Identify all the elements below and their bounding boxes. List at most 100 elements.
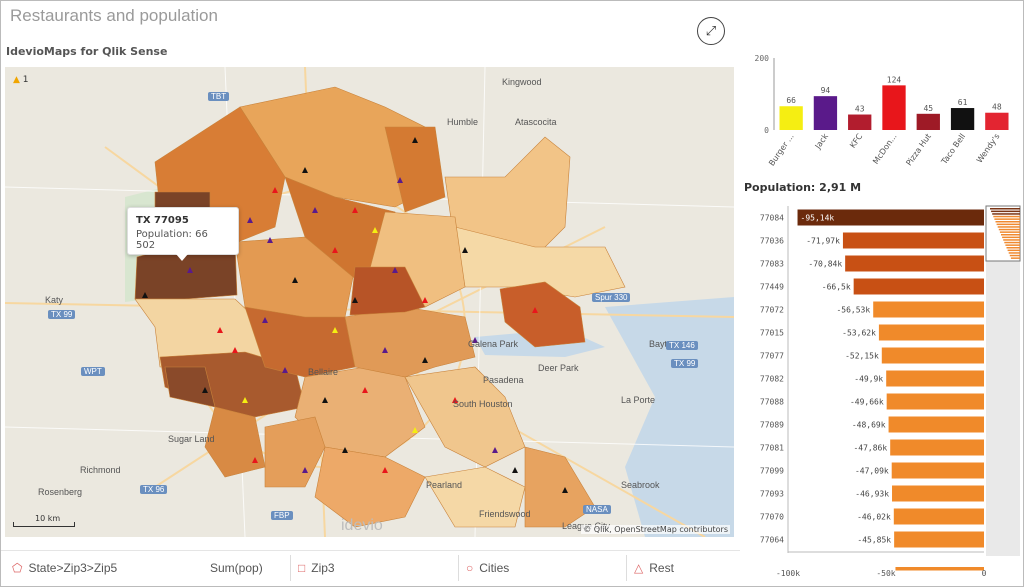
map-view[interactable]: ▲ 1 KingwoodHumbleAtascocitaKatyBaytownD… bbox=[5, 67, 734, 537]
highway-shield: FBP bbox=[271, 511, 293, 520]
category-label: 77077 bbox=[760, 352, 784, 361]
highway-shield: TX 99 bbox=[671, 359, 699, 368]
map-place-label: Kingwood bbox=[502, 77, 542, 87]
bar[interactable] bbox=[916, 113, 940, 130]
map-place-label: Seabrook bbox=[621, 480, 660, 490]
category-label: 77093 bbox=[760, 490, 784, 499]
expand-button[interactable]: ⤢ bbox=[697, 17, 725, 45]
restaurant-bar-chart[interactable]: 200 0 66 Burger ... 94 Jack 43 KFC 124 McDon... 45… bbox=[744, 50, 1020, 178]
bar[interactable] bbox=[985, 112, 1009, 130]
legend-item-sum-pop[interactable]: Sum(pop) bbox=[210, 561, 263, 575]
highway-shield: TX 96 bbox=[140, 485, 168, 494]
bar[interactable] bbox=[845, 255, 984, 272]
bar[interactable] bbox=[890, 439, 984, 456]
bar[interactable] bbox=[779, 106, 803, 130]
bar[interactable] bbox=[888, 416, 984, 433]
mini-bar bbox=[1009, 254, 1020, 257]
axis-mask bbox=[744, 553, 984, 567]
category-label: Wendy's bbox=[975, 132, 1002, 165]
warning-indicator[interactable]: ▲ 1 bbox=[13, 75, 29, 85]
mini-bar bbox=[999, 231, 1020, 233]
legend-label: Rest bbox=[649, 561, 674, 575]
map-place-label: Friendswood bbox=[479, 509, 531, 519]
bar-value-label: -52,15k bbox=[845, 352, 879, 361]
bar[interactable] bbox=[878, 324, 984, 341]
category-label: Burger ... bbox=[767, 132, 796, 168]
bar-value-label: 66 bbox=[786, 96, 796, 105]
x-tick-label: -100k bbox=[776, 569, 800, 578]
bar-value-label: -45,85k bbox=[857, 536, 891, 545]
category-label: 77449 bbox=[760, 283, 784, 292]
mini-bar bbox=[1007, 249, 1020, 252]
bar[interactable] bbox=[886, 393, 984, 410]
bar-value-label: 48 bbox=[992, 103, 1002, 112]
bar[interactable] bbox=[842, 232, 984, 249]
scale-bar bbox=[13, 522, 75, 527]
legend-item-rest[interactable]: △ Rest bbox=[634, 561, 674, 575]
map-attribution: © Qlik, OpenStreetMap contributors bbox=[581, 525, 730, 534]
legend-item-cities[interactable]: ○ Cities bbox=[466, 561, 509, 575]
tooltip-body: Population: 66 502 bbox=[136, 229, 208, 251]
bar[interactable] bbox=[892, 485, 984, 502]
map-place-label: Deer Park bbox=[538, 363, 579, 373]
category-label: McDon... bbox=[871, 132, 898, 166]
bar[interactable] bbox=[950, 108, 975, 130]
population-chart-title: Population: 2,91 M bbox=[744, 181, 862, 194]
mini-bar bbox=[997, 226, 1020, 228]
category-label: 77089 bbox=[760, 421, 784, 430]
mini-bar bbox=[992, 213, 1020, 215]
tooltip-title: TX 77095 bbox=[136, 215, 189, 226]
bar-value-label: -70,84k bbox=[808, 260, 842, 269]
map-place-label: La Porte bbox=[621, 395, 656, 405]
bar-value-label: 43 bbox=[855, 105, 865, 114]
category-label: 77081 bbox=[760, 444, 784, 453]
bar-value-label: 45 bbox=[923, 104, 933, 113]
category-label: 77064 bbox=[760, 536, 784, 545]
bar-value-label: -49,9k bbox=[854, 375, 883, 384]
map-place-label: Humble bbox=[447, 117, 479, 127]
warning-icon: ▲ bbox=[13, 75, 20, 85]
legend-label: Zip3 bbox=[311, 561, 335, 575]
legend-label: Sum(pop) bbox=[210, 561, 263, 575]
bar-value-label: -53,62k bbox=[842, 329, 876, 338]
mini-bar bbox=[1004, 241, 1020, 244]
map-place-label: Richmond bbox=[80, 465, 121, 475]
map-place-label: South Houston bbox=[453, 399, 513, 409]
bar[interactable] bbox=[894, 531, 984, 548]
bar[interactable] bbox=[886, 370, 984, 387]
map-place-label: Galena Park bbox=[468, 339, 519, 349]
bar-value-label: -46,93k bbox=[855, 490, 889, 499]
bar-value-label: 61 bbox=[958, 98, 968, 107]
bar[interactable] bbox=[813, 96, 838, 130]
bar[interactable] bbox=[848, 114, 872, 130]
bar[interactable] bbox=[853, 278, 984, 295]
bar-value-label: -49,66k bbox=[850, 398, 884, 407]
bar-value-label: 94 bbox=[821, 86, 831, 95]
bar-value-label: -56,53k bbox=[836, 306, 870, 315]
category-label: 77036 bbox=[760, 237, 784, 246]
category-label: 77084 bbox=[760, 214, 784, 223]
sheet-title: Restaurants and population bbox=[10, 6, 218, 25]
bar-value-label: -46,02k bbox=[857, 513, 891, 522]
category-label: Jack bbox=[813, 132, 831, 152]
bar[interactable] bbox=[873, 301, 984, 318]
category-label: Pizza Hut bbox=[904, 132, 933, 167]
highway-shield: TBT bbox=[208, 92, 230, 101]
legend-item-zip3[interactable]: □ Zip3 bbox=[298, 561, 335, 575]
bar[interactable] bbox=[882, 85, 906, 130]
category-label: 77082 bbox=[760, 375, 784, 384]
legend-item-state-zip[interactable]: ⬠ State>Zip3>Zip5 bbox=[12, 561, 117, 575]
mini-bar bbox=[1005, 244, 1020, 246]
triangle-icon: △ bbox=[634, 561, 644, 575]
bar[interactable] bbox=[893, 508, 984, 525]
map-legend: ⬠ State>Zip3>Zip5 Sum(pop) □ Zip3 ○ Citi… bbox=[0, 550, 740, 586]
x-tick-label: -50k bbox=[876, 569, 895, 578]
map-place-label: Pasadena bbox=[483, 375, 524, 385]
y-tick-label: 200 bbox=[755, 54, 770, 63]
population-bar-chart[interactable]: 77084 -95,14k 77036 -71,97k 77083 -70,84k 7744… bbox=[744, 200, 1022, 584]
bar[interactable] bbox=[891, 462, 984, 479]
map-place-label: Pearland bbox=[426, 480, 463, 490]
highway-shield: TX 146 bbox=[666, 341, 698, 350]
bar-value-label: -48,69k bbox=[852, 421, 886, 430]
bar[interactable] bbox=[881, 347, 984, 364]
